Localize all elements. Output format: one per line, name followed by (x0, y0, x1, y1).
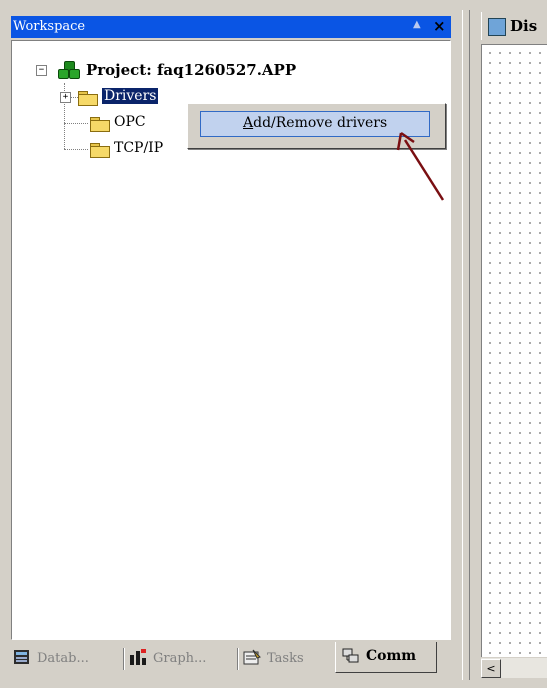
display-canvas[interactable] (481, 44, 547, 657)
workspace-panel: Workspace ▲ × − Project: faq1260527.APP … (7, 10, 455, 678)
expand-icon[interactable]: + (60, 92, 71, 103)
tab-separator (237, 648, 239, 670)
display-panel: Dis < (473, 10, 547, 680)
workspace-title-bar[interactable]: Workspace ▲ × (11, 16, 451, 38)
display-icon (488, 18, 506, 36)
menu-mnemonic: A (243, 115, 254, 131)
graphics-icon (129, 649, 147, 666)
context-menu: Add/Remove drivers (187, 103, 446, 149)
pin-icon[interactable]: ▲ (413, 19, 421, 30)
workspace-title: Workspace (13, 19, 86, 34)
database-icon (13, 649, 31, 666)
tasks-icon (243, 649, 261, 666)
tab-label: Datab... (37, 651, 89, 666)
display-tab-label: Dis (510, 17, 538, 35)
tree-item-label: TCP/IP (114, 140, 164, 156)
menu-item-label: Add/Remove drivers (243, 115, 387, 131)
comm-icon (342, 647, 360, 664)
tab-graphics[interactable]: Graph... (129, 646, 235, 672)
tab-separator (123, 648, 125, 670)
tree-item-label: OPC (114, 114, 146, 130)
tree-item-label: Drivers (100, 87, 160, 105)
tree-root-node[interactable]: − Project: faq1260527.APP (34, 61, 354, 80)
project-icon (58, 61, 80, 79)
scroll-left-icon[interactable]: < (481, 659, 501, 678)
tab-tasks[interactable]: Tasks (243, 646, 331, 672)
tab-comm[interactable]: Comm (335, 642, 437, 673)
panel-splitter[interactable] (462, 10, 470, 680)
project-label: Project: faq1260527.APP (86, 61, 297, 79)
tab-label: Comm (366, 648, 417, 664)
folder-icon (90, 117, 110, 132)
tab-label: Tasks (267, 651, 304, 666)
folder-icon (78, 91, 98, 106)
workspace-tab-strip: Datab... Graph... Tasks Comm (7, 638, 455, 678)
close-icon[interactable]: × (433, 17, 446, 35)
horizontal-scrollbar[interactable]: < (481, 658, 547, 678)
menu-item-add-remove-drivers[interactable]: Add/Remove drivers (200, 111, 430, 137)
collapse-icon[interactable]: − (36, 65, 47, 76)
tab-label: Graph... (153, 651, 207, 666)
menu-label-rest: dd/Remove drivers (253, 115, 388, 131)
folder-icon (90, 143, 110, 158)
tab-database[interactable]: Datab... (13, 646, 121, 672)
display-tab[interactable]: Dis (481, 12, 547, 40)
